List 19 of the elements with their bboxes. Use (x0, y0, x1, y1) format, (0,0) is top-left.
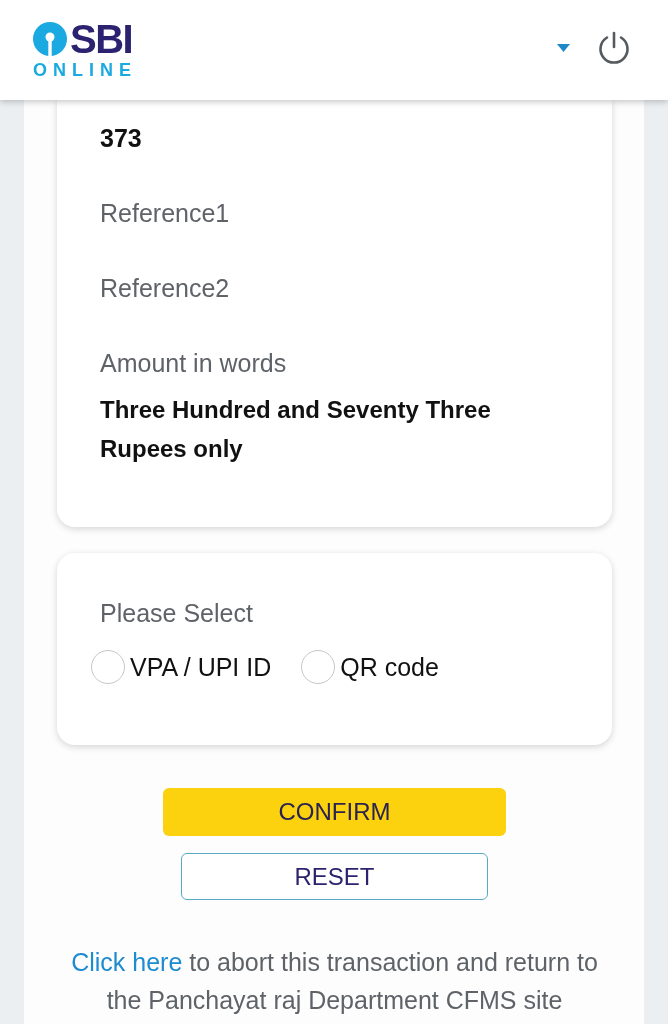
dropdown-caret-icon[interactable] (557, 44, 570, 52)
field-value: Three Hundred and Seventy Three Rupees only (100, 395, 492, 464)
field-label: Reference1 (100, 199, 231, 227)
radio-option[interactable]: VPA / UPI ID (91, 650, 272, 684)
reset-button[interactable]: RESET (181, 853, 488, 900)
field-label: Reference2 (100, 274, 231, 302)
logo-wordmark: SBI (70, 20, 133, 58)
radio-button-icon[interactable] (91, 650, 125, 684)
select-prompt: Please Select (100, 599, 254, 627)
radio-option[interactable]: QR code (301, 650, 439, 684)
logo-subtitle: ONLINE (33, 60, 137, 80)
power-icon[interactable] (596, 30, 632, 66)
radio-button-icon[interactable] (301, 650, 336, 684)
abort-note: Click here to abort this transaction and return to the Panchayat raj Department CFMS site (70, 947, 599, 1016)
amount-value: 373 (100, 124, 143, 152)
field-label: Amount in words (100, 349, 288, 377)
keyhole-logo-icon (33, 22, 67, 56)
click-here-link[interactable]: Click here (71, 948, 183, 976)
confirm-button[interactable]: CONFIRM (163, 788, 506, 836)
